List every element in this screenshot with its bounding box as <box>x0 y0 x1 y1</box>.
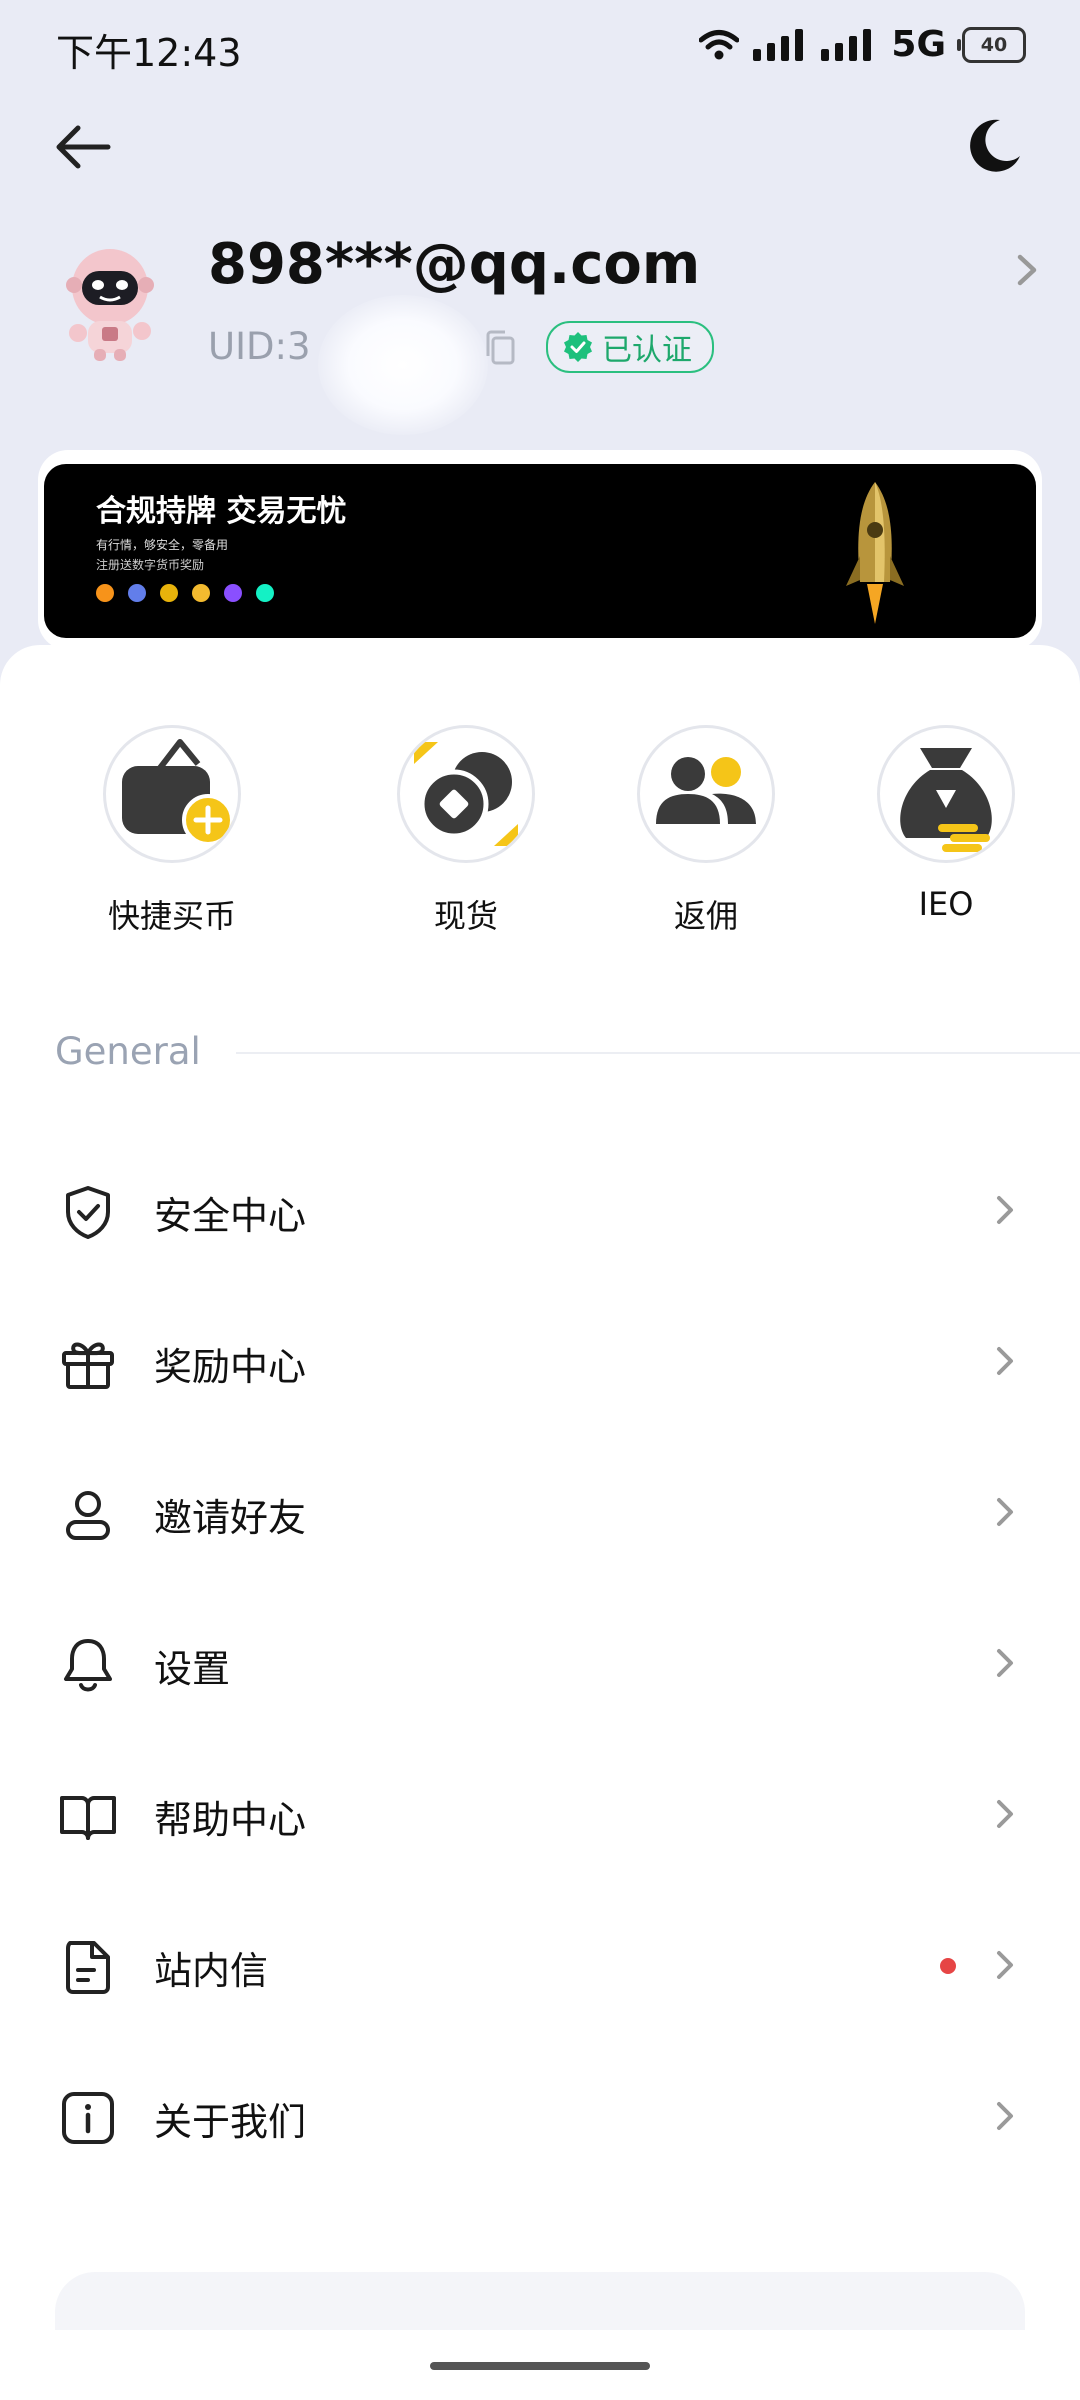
chevron-right-icon <box>1017 254 1037 286</box>
quick-action-ieo[interactable]: IEO <box>846 725 1046 923</box>
bnb-icon <box>192 584 210 602</box>
status-bar: 下午12:43 5G 40 <box>0 0 1080 100</box>
menu-label: 关于我们 <box>154 2100 307 2144</box>
uid-redaction-blur <box>318 295 488 435</box>
avatar[interactable] <box>60 245 160 363</box>
theme-toggle-button[interactable] <box>956 110 1028 182</box>
spot-coins-icon <box>397 725 535 863</box>
banner-title: 合规持牌 交易无忧 <box>96 494 347 529</box>
battery-level: 40 <box>980 33 1008 56</box>
banner-coin-row <box>96 584 274 602</box>
account-email: 898***@qq.com <box>208 232 701 297</box>
users-icon <box>637 725 775 863</box>
bitcoin-icon <box>96 584 114 602</box>
account-uid: UID:3 <box>208 325 311 368</box>
solana-icon <box>256 584 274 602</box>
chevron-right-icon <box>997 1649 1013 1677</box>
menu-label: 帮助中心 <box>154 1798 307 1842</box>
menu-item-inbox[interactable]: 站内信 <box>0 1910 1080 2020</box>
coin-icon <box>160 584 178 602</box>
chevron-right-icon <box>997 1498 1013 1526</box>
link-icon <box>224 584 242 602</box>
menu-label: 邀请好友 <box>154 1496 307 1540</box>
chevron-right-icon <box>997 1800 1013 1828</box>
copy-icon <box>486 330 515 365</box>
gift-icon <box>62 1342 114 1389</box>
menu-item-rewards-center[interactable]: 奖励中心 <box>0 1306 1080 1416</box>
promo-banner[interactable]: 合规持牌 交易无忧 有行情，够安全，零备用 注册送数字货币奖励 <box>44 464 1036 638</box>
signal-icon-2 <box>821 28 872 61</box>
chevron-right-icon <box>997 1951 1013 1979</box>
banner-line-2: 注册送数字货币奖励 <box>96 558 205 572</box>
home-indicator[interactable] <box>430 2362 650 2370</box>
menu-item-security-center[interactable]: 安全中心 <box>0 1155 1080 1265</box>
menu-item-invite-friends[interactable]: 邀请好友 <box>0 1457 1080 1567</box>
status-icons: 5G 40 <box>699 24 1026 65</box>
menu-item-about-us[interactable]: 关于我们 <box>0 2061 1080 2171</box>
unread-indicator <box>940 1958 956 1974</box>
section-divider <box>236 1052 1080 1054</box>
menu-item-help-center[interactable]: 帮助中心 <box>0 1759 1080 1869</box>
wallet-plus-icon <box>103 725 241 863</box>
document-icon <box>66 1941 110 1994</box>
status-time: 下午12:43 <box>56 31 242 75</box>
chevron-right-icon <box>997 1347 1013 1375</box>
arrow-left-icon <box>56 125 111 169</box>
quick-action-label: IEO <box>918 885 974 923</box>
moon-icon <box>970 119 1020 172</box>
profile-detail-button[interactable] <box>1006 250 1046 290</box>
battery-icon: 40 <box>957 26 1026 63</box>
section-general-label: General <box>55 1030 201 1073</box>
bell-icon <box>64 1639 112 1692</box>
banner-line-1: 有行情，够安全，零备用 <box>96 538 229 552</box>
menu-label: 设置 <box>154 1647 231 1691</box>
astronaut-avatar-icon <box>66 249 154 361</box>
quick-action-buy-crypto[interactable]: 快捷买币 <box>72 725 272 937</box>
money-bag-icon <box>877 725 1015 863</box>
quick-action-label: 返佣 <box>673 897 738 935</box>
back-button[interactable] <box>48 112 118 182</box>
wifi-icon <box>699 29 740 59</box>
verified-shield-icon <box>564 332 592 362</box>
menu-item-settings[interactable]: 设置 <box>0 1608 1080 1718</box>
quick-action-label: 快捷买币 <box>107 897 236 935</box>
network-type: 5G <box>891 24 946 65</box>
ethereum-icon <box>128 584 146 602</box>
quick-action-label: 现货 <box>433 897 498 935</box>
chevron-right-icon <box>997 2102 1013 2130</box>
menu-label: 奖励中心 <box>154 1345 307 1389</box>
book-icon <box>60 1796 116 1840</box>
quick-action-rebate[interactable]: 返佣 <box>606 725 806 937</box>
signal-icon <box>753 28 804 61</box>
verified-badge: 已认证 <box>546 321 714 373</box>
verified-label: 已认证 <box>602 333 692 368</box>
user-icon <box>66 1491 110 1540</box>
chevron-right-icon <box>997 1196 1013 1224</box>
menu-label: 安全中心 <box>154 1194 307 1238</box>
copy-uid-button[interactable] <box>484 330 516 366</box>
quick-action-spot[interactable]: 现货 <box>366 725 566 937</box>
info-icon <box>62 2092 114 2144</box>
rocket-icon <box>846 482 904 624</box>
menu-label: 站内信 <box>154 1949 269 1993</box>
shield-check-icon <box>66 1186 110 1239</box>
